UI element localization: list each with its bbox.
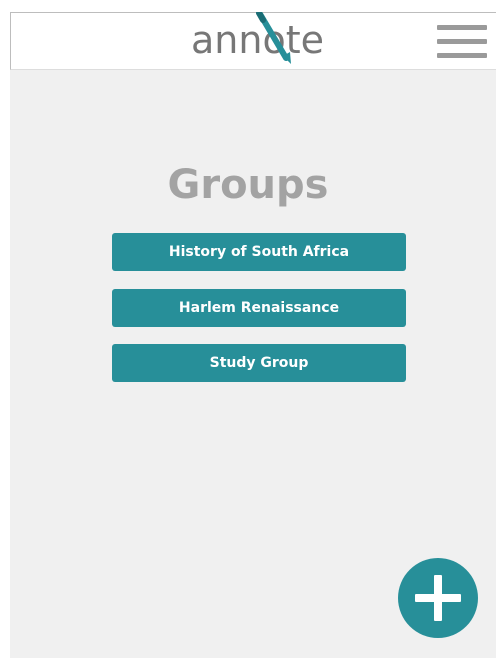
- menu-bar-top: [437, 25, 487, 30]
- app-header: anno te: [10, 12, 496, 70]
- plus-icon-vertical: [434, 575, 442, 621]
- app-logo: anno te: [191, 12, 324, 65]
- menu-bar-bottom: [437, 53, 487, 58]
- pen-icon: [256, 12, 292, 64]
- hamburger-menu-icon[interactable]: [437, 25, 487, 59]
- group-button-study-group[interactable]: Study Group: [112, 344, 406, 382]
- group-button-harlem-renaissance[interactable]: Harlem Renaissance: [112, 289, 406, 327]
- group-button-history-of-south-africa[interactable]: History of South Africa: [112, 233, 406, 271]
- app-screen: anno te Groups History of South Africa H…: [10, 12, 496, 658]
- page-title: Groups: [167, 162, 329, 208]
- logo-o-wrapper: o: [256, 12, 292, 65]
- add-group-button[interactable]: [398, 558, 478, 638]
- menu-bar-middle: [437, 39, 487, 44]
- logo-text-start: ann: [191, 18, 263, 62]
